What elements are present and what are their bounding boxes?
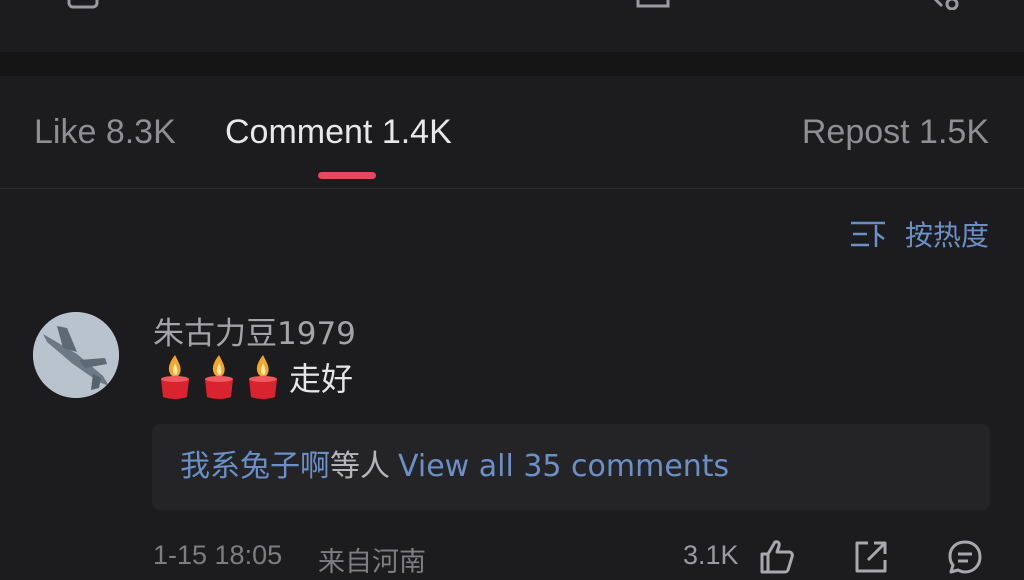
sort-button[interactable]: 按热度: [849, 214, 989, 254]
jet-avatar-icon: [33, 312, 119, 398]
tab-comment[interactable]: Comment 1.4K: [225, 112, 452, 152]
box-icon[interactable]: [66, 0, 100, 10]
sort-label: 按热度: [904, 219, 989, 252]
replier-name[interactable]: 我系兔子啊: [180, 449, 330, 484]
top-toolbar: [0, 0, 1024, 52]
sort-icon: [849, 219, 887, 249]
active-tab-indicator: [318, 172, 376, 179]
thumbs-up-icon[interactable]: [758, 538, 796, 576]
comment-page: Like 8.3K Comment 1.4K Repost 1.5K 按热度 朱: [0, 0, 1024, 580]
comment-location: 来自河南: [318, 547, 426, 578]
reply-bubble-icon[interactable]: [946, 538, 984, 576]
section-separator: [0, 52, 1024, 76]
replies-line: 我系兔子啊等人 View all 35 comments: [180, 447, 729, 487]
share-out-icon[interactable]: [852, 538, 890, 576]
view-all-comments-link[interactable]: View all 35 comments: [398, 449, 729, 484]
candle-icon: [199, 353, 239, 401]
image-icon[interactable]: [636, 0, 670, 10]
edit-icon[interactable]: [348, 0, 382, 10]
replies-others: 等人: [330, 449, 390, 484]
comment-body: 走好: [155, 352, 353, 402]
tab-repost[interactable]: Repost 1.5K: [802, 112, 989, 152]
avatar[interactable]: [33, 312, 119, 398]
like-count: 3.1K: [683, 540, 739, 570]
tab-bar: Like 8.3K Comment 1.4K Repost 1.5K: [0, 76, 1024, 188]
comment-username[interactable]: 朱古力豆1979: [153, 308, 356, 353]
tab-like[interactable]: Like 8.3K: [34, 112, 176, 152]
candle-icon: [155, 353, 195, 401]
replies-preview[interactable]: 我系兔子啊等人 View all 35 comments: [152, 424, 990, 510]
share-icon[interactable]: [926, 0, 960, 10]
candle-icon: [243, 353, 283, 401]
tabs-divider: [0, 188, 1024, 189]
comment-time: 1-15 18:05: [153, 540, 283, 570]
comment-text: 走好: [289, 360, 354, 398]
